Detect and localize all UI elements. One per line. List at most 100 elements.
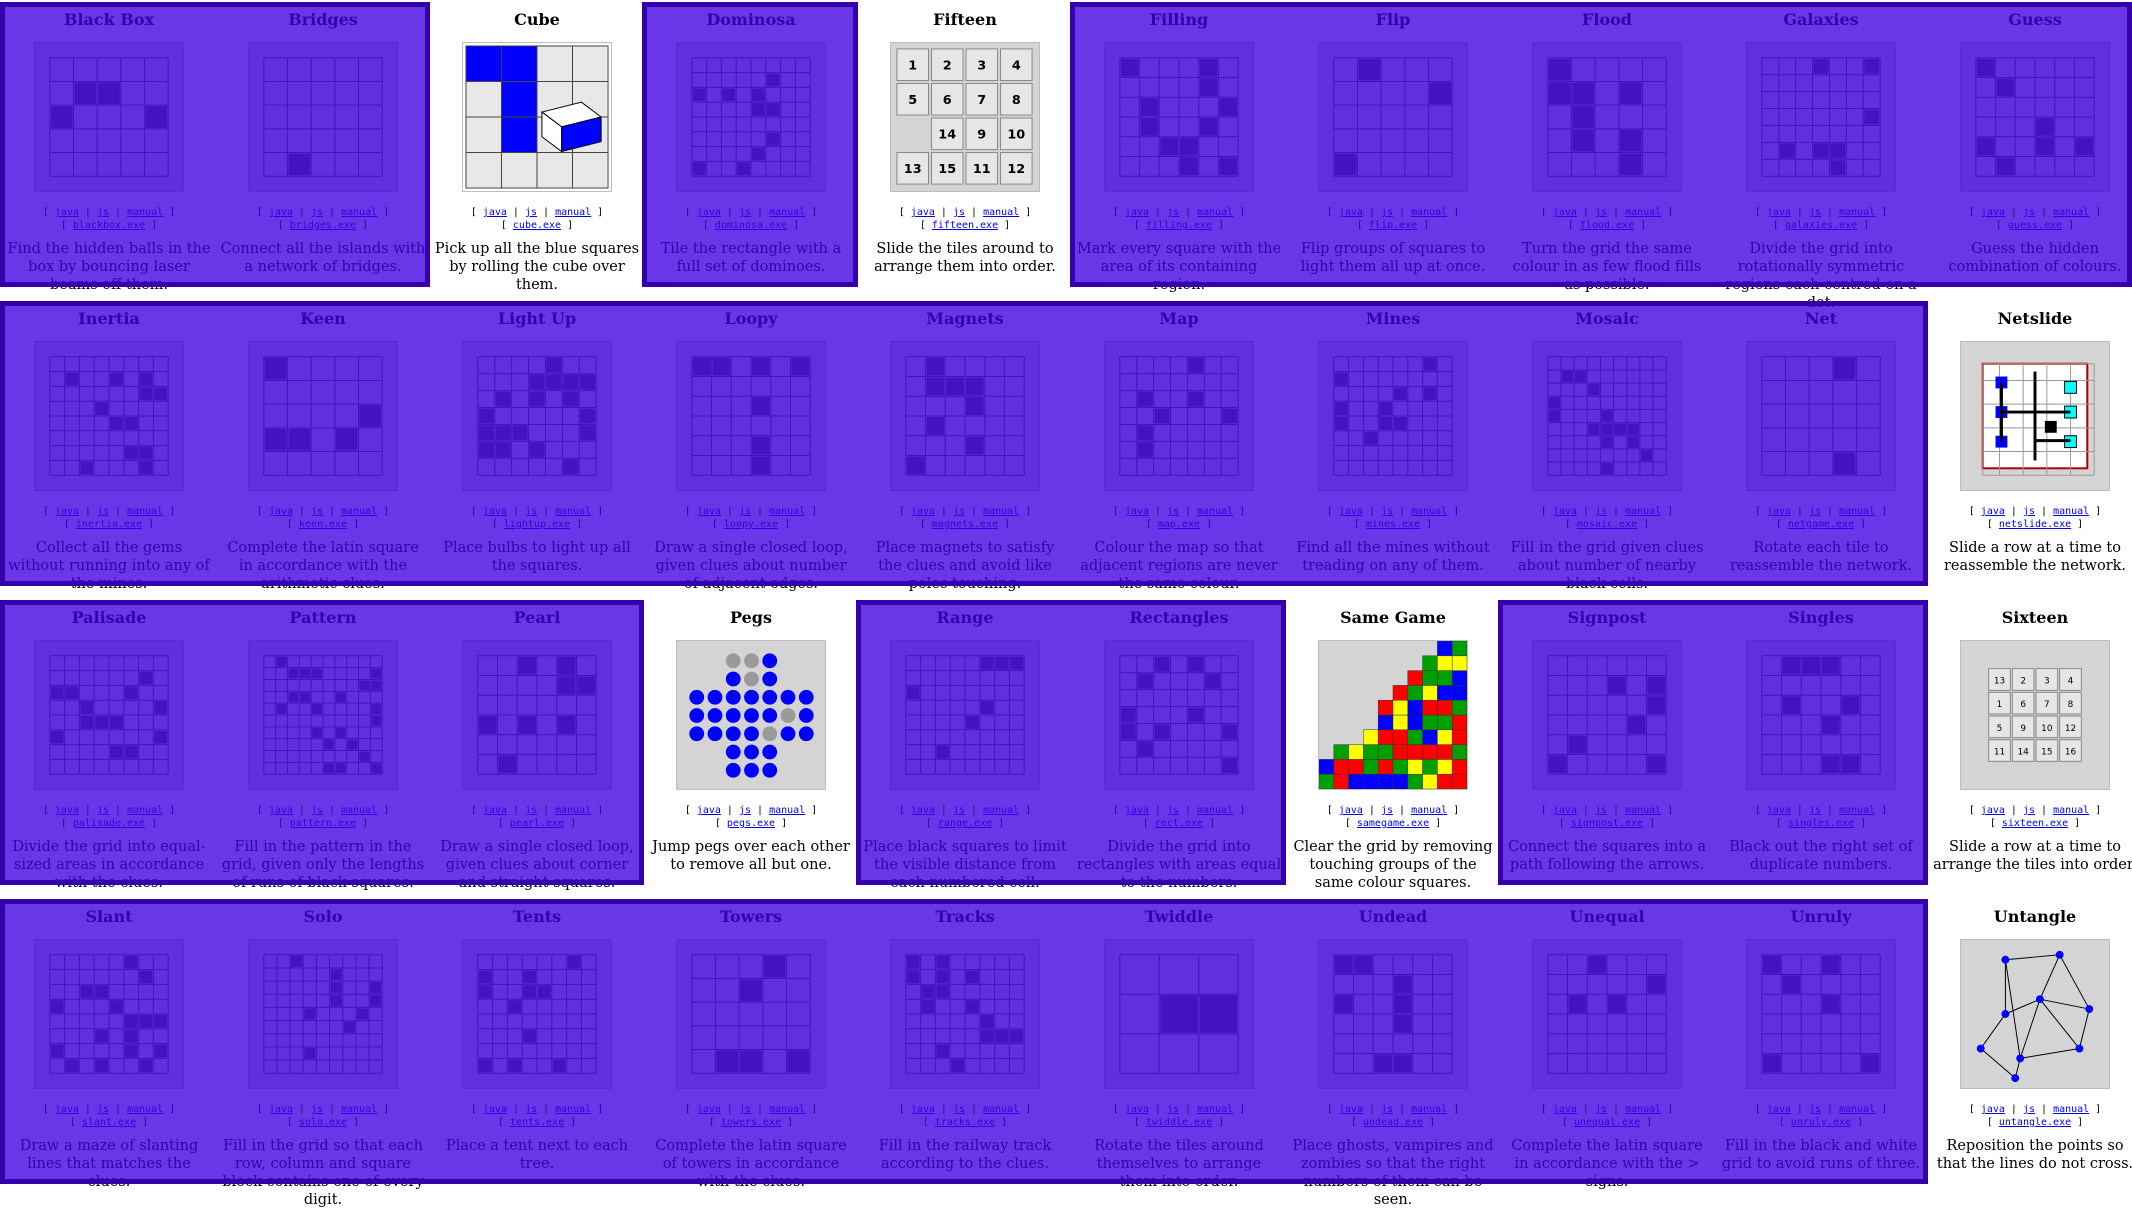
exe-link[interactable]: loopy.exe (724, 519, 778, 530)
mines-thumbnail[interactable] (1318, 341, 1468, 491)
manual-link[interactable]: manual (769, 1104, 805, 1115)
java-link[interactable]: java (1981, 207, 2005, 218)
exe-link[interactable]: range.exe (938, 818, 992, 829)
java-link[interactable]: java (269, 207, 293, 218)
manual-link[interactable]: manual (1411, 207, 1447, 218)
guess-thumbnail[interactable] (1960, 42, 2110, 192)
java-link[interactable]: java (1125, 207, 1149, 218)
exe-link[interactable]: flip.exe (1369, 220, 1417, 231)
js-link[interactable]: js (311, 506, 323, 517)
exe-link[interactable]: galaxies.exe (1785, 220, 1857, 231)
js-link[interactable]: js (2023, 805, 2035, 816)
exe-link[interactable]: bridges.exe (290, 220, 356, 231)
java-link[interactable]: java (1553, 207, 1577, 218)
manual-link[interactable]: manual (983, 506, 1019, 517)
exe-link[interactable]: slant.exe (82, 1117, 136, 1128)
exe-link[interactable]: netgame.exe (1788, 519, 1854, 530)
filling-thumbnail[interactable] (1104, 42, 1254, 192)
exe-link[interactable]: signpost.exe (1571, 818, 1643, 829)
untangle-thumbnail[interactable] (1960, 939, 2110, 1089)
java-link[interactable]: java (1125, 805, 1149, 816)
manual-link[interactable]: manual (1197, 207, 1233, 218)
js-link[interactable]: js (525, 1104, 537, 1115)
js-link[interactable]: js (953, 805, 965, 816)
java-link[interactable]: java (269, 506, 293, 517)
js-link[interactable]: js (97, 1104, 109, 1115)
js-link[interactable]: js (1381, 207, 1393, 218)
pegs-thumbnail[interactable] (676, 640, 826, 790)
js-link[interactable]: js (1809, 1104, 1821, 1115)
java-link[interactable]: java (1553, 1104, 1577, 1115)
java-link[interactable]: java (1767, 1104, 1791, 1115)
manual-link[interactable]: manual (769, 207, 805, 218)
exe-link[interactable]: samegame.exe (1357, 818, 1429, 829)
exe-link[interactable]: keen.exe (299, 519, 347, 530)
manual-link[interactable]: manual (127, 207, 163, 218)
map-thumbnail[interactable] (1104, 341, 1254, 491)
js-link[interactable]: js (97, 506, 109, 517)
java-link[interactable]: java (911, 207, 935, 218)
js-link[interactable]: js (1595, 1104, 1607, 1115)
java-link[interactable]: java (911, 506, 935, 517)
java-link[interactable]: java (697, 506, 721, 517)
exe-link[interactable]: inertia.exe (76, 519, 142, 530)
java-link[interactable]: java (269, 805, 293, 816)
tracks-thumbnail[interactable] (890, 939, 1040, 1089)
slant-thumbnail[interactable] (34, 939, 184, 1089)
exe-link[interactable]: netslide.exe (1999, 519, 2071, 530)
java-link[interactable]: java (911, 805, 935, 816)
singles-thumbnail[interactable] (1746, 640, 1896, 790)
unruly-thumbnail[interactable] (1746, 939, 1896, 1089)
js-link[interactable]: js (97, 207, 109, 218)
js-link[interactable]: js (953, 506, 965, 517)
js-link[interactable]: js (525, 805, 537, 816)
exe-link[interactable]: lightup.exe (504, 519, 570, 530)
manual-link[interactable]: manual (555, 207, 591, 218)
java-link[interactable]: java (911, 1104, 935, 1115)
manual-link[interactable]: manual (1197, 805, 1233, 816)
manual-link[interactable]: manual (2053, 805, 2089, 816)
sixteen-thumbnail[interactable]: 13 2 3 4 1 6 7 8 5 9 10 12 11 14 15 16 (1960, 640, 2110, 790)
exe-link[interactable]: palisade.exe (73, 818, 145, 829)
fifteen-thumbnail[interactable]: 1 2 3 4 5 6 7 8 14 9 10 13 15 11 12 (890, 42, 1040, 192)
js-link[interactable]: js (2023, 207, 2035, 218)
exe-link[interactable]: pearl.exe (510, 818, 564, 829)
manual-link[interactable]: manual (2053, 207, 2089, 218)
manual-link[interactable]: manual (1411, 1104, 1447, 1115)
js-link[interactable]: js (1381, 805, 1393, 816)
exe-link[interactable]: dominosa.exe (715, 220, 787, 231)
java-link[interactable]: java (1125, 1104, 1149, 1115)
manual-link[interactable]: manual (127, 1104, 163, 1115)
java-link[interactable]: java (1553, 506, 1577, 517)
js-link[interactable]: js (1809, 506, 1821, 517)
js-link[interactable]: js (953, 207, 965, 218)
java-link[interactable]: java (697, 207, 721, 218)
exe-link[interactable]: singles.exe (1788, 818, 1854, 829)
java-link[interactable]: java (269, 1104, 293, 1115)
manual-link[interactable]: manual (555, 805, 591, 816)
cube-thumbnail[interactable] (462, 42, 612, 192)
exe-link[interactable]: sixteen.exe (2002, 818, 2068, 829)
java-link[interactable]: java (1339, 805, 1363, 816)
exe-link[interactable]: tracks.exe (935, 1117, 995, 1128)
exe-link[interactable]: tents.exe (510, 1117, 564, 1128)
java-link[interactable]: java (483, 506, 507, 517)
java-link[interactable]: java (1553, 805, 1577, 816)
manual-link[interactable]: manual (983, 1104, 1019, 1115)
twiddle-thumbnail[interactable] (1104, 939, 1254, 1089)
java-link[interactable]: java (1767, 207, 1791, 218)
exe-link[interactable]: mines.exe (1366, 519, 1420, 530)
java-link[interactable]: java (1767, 506, 1791, 517)
js-link[interactable]: js (311, 805, 323, 816)
palisade-thumbnail[interactable] (34, 640, 184, 790)
towers-thumbnail[interactable] (676, 939, 826, 1089)
exe-link[interactable]: unequal.exe (1574, 1117, 1640, 1128)
js-link[interactable]: js (1595, 207, 1607, 218)
java-link[interactable]: java (55, 506, 79, 517)
java-link[interactable]: java (483, 1104, 507, 1115)
java-link[interactable]: java (1125, 506, 1149, 517)
unequal-thumbnail[interactable] (1532, 939, 1682, 1089)
js-link[interactable]: js (1595, 805, 1607, 816)
undead-thumbnail[interactable] (1318, 939, 1468, 1089)
java-link[interactable]: java (1981, 506, 2005, 517)
